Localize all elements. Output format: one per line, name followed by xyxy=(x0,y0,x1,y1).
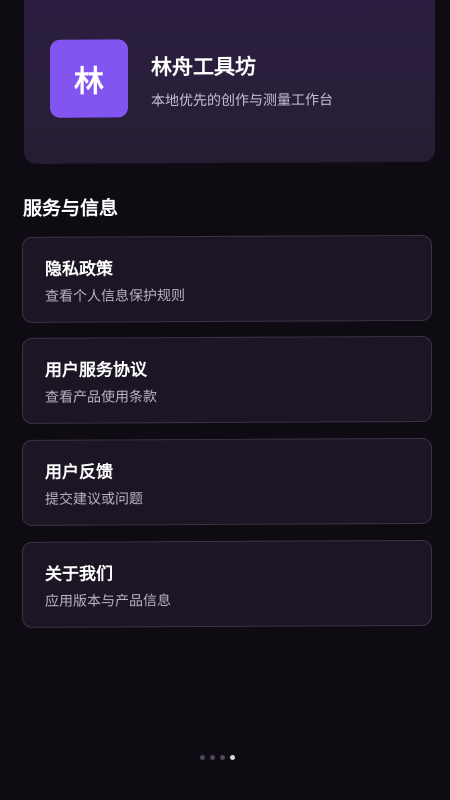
privacy-policy-title: 隐私政策 xyxy=(45,259,113,280)
app-name: 林舟工具坊 xyxy=(151,54,256,80)
about-us-subtitle: 应用版本与产品信息 xyxy=(45,593,171,610)
about-us-title: 关于我们 xyxy=(45,564,113,585)
page-indicator[interactable] xyxy=(0,752,442,762)
user-feedback-subtitle: 提交建议或问题 xyxy=(45,491,143,508)
page-dot[interactable] xyxy=(219,754,225,760)
user-feedback-title: 用户反馈 xyxy=(45,462,113,483)
user-agreement-subtitle: 查看产品使用条款 xyxy=(45,389,157,406)
scene: 林 林舟工具坊 本地优先的创作与测量工作台 服务与信息 隐私政策 查看个人信息保… xyxy=(0,0,450,800)
app-logo-icon: 林 xyxy=(50,39,128,118)
page-dot[interactable] xyxy=(199,754,205,760)
privacy-policy-item[interactable]: 隐私政策 查看个人信息保护规则 xyxy=(22,234,432,323)
screen: 林 林舟工具坊 本地优先的创作与测量工作台 服务与信息 隐私政策 查看个人信息保… xyxy=(0,0,450,800)
user-agreement-item[interactable]: 用户服务协议 查看产品使用条款 xyxy=(22,335,432,424)
about-us-item[interactable]: 关于我们 应用版本与产品信息 xyxy=(22,539,432,628)
user-feedback-item[interactable]: 用户反馈 提交建议或问题 xyxy=(22,437,432,526)
app-tagline: 本地优先的创作与测量工作台 xyxy=(151,92,333,110)
section-title: 服务与信息 xyxy=(23,197,119,220)
privacy-policy-subtitle: 查看个人信息保护规则 xyxy=(45,288,185,305)
app-header-card: 林 林舟工具坊 本地优先的创作与测量工作台 xyxy=(24,0,435,164)
page-dot[interactable] xyxy=(209,754,215,760)
page-dot-active[interactable] xyxy=(229,754,235,760)
user-agreement-title: 用户服务协议 xyxy=(45,360,147,381)
